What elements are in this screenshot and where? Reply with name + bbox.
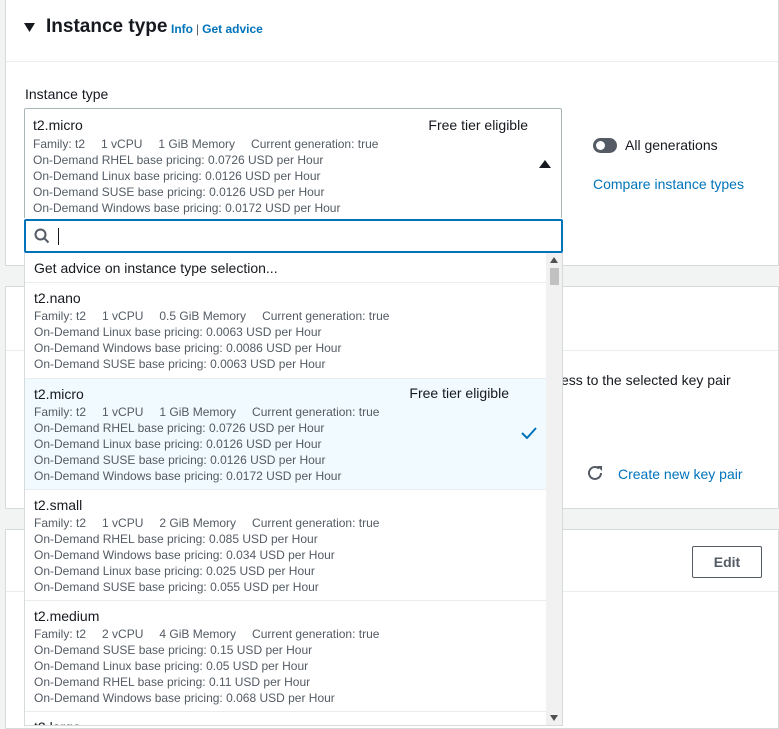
pricing-line: On-Demand SUSE base pricing: 0.0126 USD …: [34, 453, 326, 467]
pricing-line: On-Demand RHEL base pricing: 0.0726 USD …: [33, 153, 324, 167]
meta-family: Family: t2: [34, 405, 87, 419]
instance-type-header: Instance type Info | Get advice: [6, 0, 778, 62]
pricing-line: On-Demand RHEL base pricing: 0.11 USD pe…: [34, 675, 311, 689]
meta-generation: Current generation: true: [252, 627, 380, 641]
pricing-line: On-Demand Windows base pricing: 0.0086 U…: [34, 341, 342, 355]
selected-details: Family: t2 1 vCPU 1 GiB Memory Current g…: [33, 136, 394, 216]
pricing-line: On-Demand Linux base pricing: 0.025 USD …: [34, 564, 315, 578]
meta-vcpu: 1 vCPU: [102, 309, 144, 323]
meta-memory: 2 GiB Memory: [159, 516, 237, 530]
pricing-line: On-Demand SUSE base pricing: 0.0126 USD …: [33, 185, 325, 199]
instance-type-select[interactable]: t2.micro Free tier eligible Family: t2 1…: [24, 108, 562, 218]
text-cursor: [58, 228, 59, 245]
meta-family: Family: t2: [33, 137, 86, 151]
pricing-line: On-Demand Windows base pricing: 0.0172 U…: [33, 201, 341, 215]
pricing-line: On-Demand SUSE base pricing: 0.055 USD p…: [34, 580, 319, 594]
pricing-line: On-Demand SUSE base pricing: 0.0063 USD …: [34, 357, 326, 371]
search-icon: [34, 228, 50, 244]
meta-memory: 1 GiB Memory: [158, 137, 236, 151]
info-link[interactable]: Info: [171, 22, 193, 36]
create-key-pair-link[interactable]: Create new key pair: [618, 466, 743, 482]
meta-family: Family: t2: [34, 309, 87, 323]
pricing-line: On-Demand SUSE base pricing: 0.15 USD pe…: [34, 643, 313, 657]
option-name: t2.small: [34, 497, 83, 513]
toggle-label: All generations: [625, 137, 718, 153]
meta-generation: Current generation: true: [251, 137, 379, 151]
section-title: Instance type: [46, 16, 168, 37]
pricing-line: On-Demand Linux base pricing: 0.0126 USD…: [33, 169, 321, 183]
option-t2-medium[interactable]: t2.medium Family: t2 2 vCPU 4 GiB Memory…: [25, 601, 546, 712]
scroll-thumb[interactable]: [550, 268, 559, 285]
free-tier-badge: Free tier eligible: [428, 117, 528, 133]
link-separator: |: [196, 22, 200, 36]
meta-memory: 1 GiB Memory: [159, 405, 237, 419]
pricing-line: On-Demand Linux base pricing: 0.0063 USD…: [34, 325, 322, 339]
scroll-down-arrow-icon[interactable]: [550, 715, 558, 721]
meta-vcpu: 2 vCPU: [102, 627, 144, 641]
meta-generation: Current generation: true: [252, 516, 380, 530]
meta-generation: Current generation: true: [262, 309, 390, 323]
pricing-line: On-Demand Linux base pricing: 0.05 USD p…: [34, 659, 309, 673]
pricing-line: On-Demand Linux base pricing: 0.0126 USD…: [34, 437, 322, 451]
caret-up-icon[interactable]: [539, 159, 551, 169]
pricing-line: On-Demand Windows base pricing: 0.034 US…: [34, 548, 335, 562]
option-name: t2.medium: [34, 608, 100, 624]
option-meta: Family: t2 1 vCPU 0.5 GiB Memory Current…: [34, 308, 537, 324]
toggle-knob: [596, 140, 605, 150]
meta-generation: Current generation: true: [252, 405, 380, 419]
get-advice-link[interactable]: Get advice: [202, 22, 263, 36]
key-pair-note: ess to the selected key pair: [561, 372, 731, 388]
caret-down-icon[interactable]: [24, 22, 35, 33]
meta-memory: 4 GiB Memory: [159, 627, 237, 641]
meta-family: Family: t2: [34, 627, 87, 641]
option-meta: Family: t2 1 vCPU 1 GiB Memory Current g…: [34, 404, 537, 420]
option-name: t2.nano: [34, 290, 81, 306]
option-t2-nano[interactable]: t2.nano Family: t2 1 vCPU 0.5 GiB Memory…: [25, 283, 546, 379]
selected-meta: Family: t2 1 vCPU 1 GiB Memory Current g…: [33, 136, 394, 152]
all-generations-toggle[interactable]: All generations: [593, 137, 718, 153]
pricing-line: On-Demand RHEL base pricing: 0.085 USD p…: [34, 532, 318, 546]
meta-vcpu: 1 vCPU: [102, 516, 144, 530]
option-meta: Family: t2 1 vCPU 2 GiB Memory Current g…: [34, 515, 537, 531]
option-t2-micro[interactable]: t2.micro Free tier eligible Family: t2 1…: [25, 379, 546, 490]
pricing-line: On-Demand Windows base pricing: 0.068 US…: [34, 691, 335, 705]
dropdown-scrollbar[interactable]: [546, 253, 562, 725]
compare-instance-types-link[interactable]: Compare instance types: [593, 176, 744, 192]
refresh-icon[interactable]: [586, 464, 604, 482]
option-meta: Family: t2 2 vCPU 4 GiB Memory Current g…: [34, 626, 537, 642]
meta-family: Family: t2: [34, 516, 87, 530]
meta-vcpu: 1 vCPU: [101, 137, 143, 151]
instance-type-label: Instance type: [25, 86, 109, 102]
info-links: Info | Get advice: [171, 22, 263, 36]
free-tier-badge: Free tier eligible: [409, 385, 509, 401]
selected-name: t2.micro: [33, 117, 83, 133]
meta-memory: 0.5 GiB Memory: [159, 309, 247, 323]
instance-type-dropdown: Get advice on instance type selection...…: [24, 253, 563, 726]
option-name: t2.large: [34, 718, 537, 725]
option-t2-large[interactable]: t2.large: [25, 712, 546, 725]
pricing-line: On-Demand Windows base pricing: 0.0172 U…: [34, 469, 342, 483]
check-icon: [521, 427, 537, 439]
search-box[interactable]: [24, 219, 563, 253]
option-t2-small[interactable]: t2.small Family: t2 1 vCPU 2 GiB Memory …: [25, 490, 546, 601]
get-advice-option[interactable]: Get advice on instance type selection...: [25, 253, 562, 283]
meta-vcpu: 1 vCPU: [102, 405, 144, 419]
pricing-line: On-Demand RHEL base pricing: 0.0726 USD …: [34, 421, 325, 435]
edit-button[interactable]: Edit: [692, 546, 762, 578]
search-input[interactable]: [56, 224, 551, 248]
scroll-up-arrow-icon[interactable]: [550, 257, 558, 263]
toggle-switch[interactable]: [593, 137, 617, 153]
